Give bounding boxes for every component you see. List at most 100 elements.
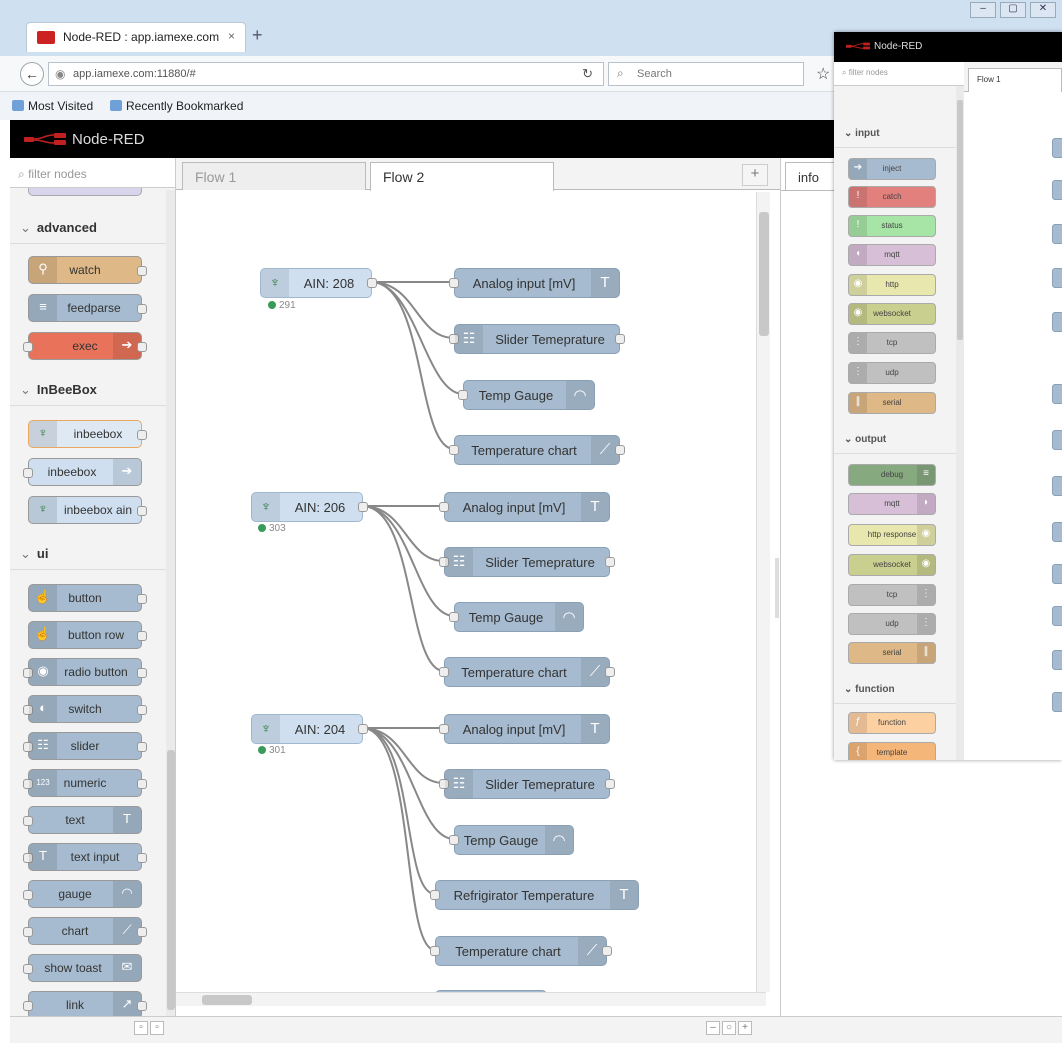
- overlay-node-websocket-in[interactable]: ◉ websocket: [848, 303, 936, 325]
- overlay-canvas-node[interactable]: [1052, 312, 1062, 332]
- input-port[interactable]: [439, 667, 449, 677]
- overlay-canvas-node[interactable]: [1052, 564, 1062, 584]
- overlay-node-tcp-in[interactable]: ⋮ tcp: [848, 332, 936, 354]
- chart-node[interactable]: Temperature chart ⟋: [430, 936, 612, 966]
- output-port[interactable]: [137, 342, 147, 352]
- output-port[interactable]: [602, 946, 612, 956]
- scrollbar-thumb[interactable]: [759, 212, 769, 336]
- overlay-canvas-node[interactable]: [1052, 522, 1062, 542]
- text-node[interactable]: Analog input [mV] T: [439, 714, 610, 744]
- output-port[interactable]: [137, 705, 147, 715]
- site-info-icon[interactable]: ◉: [55, 67, 65, 81]
- output-port[interactable]: [367, 278, 377, 288]
- chart-node[interactable]: Temperature chart ⟋: [449, 435, 625, 465]
- palette-expand-button[interactable]: ▫: [150, 1021, 164, 1035]
- output-port[interactable]: [605, 557, 615, 567]
- overlay-canvas-node[interactable]: [1052, 650, 1062, 670]
- text-node[interactable]: Refrigirator Temperature T: [430, 880, 639, 910]
- sidebar-resize-handle[interactable]: [775, 558, 779, 618]
- text-node[interactable]: Analog input [mV] T: [449, 268, 620, 298]
- palette-node-inbeebox-out[interactable]: inbeebox ➔: [23, 458, 142, 486]
- scrollbar-thumb[interactable]: [167, 750, 175, 1010]
- palette-node-radio-button[interactable]: ◉ radio button: [23, 658, 147, 686]
- overlay-node-function[interactable]: ƒ function: [848, 712, 936, 734]
- palette-node-numeric[interactable]: 123 numeric: [23, 769, 147, 797]
- chart-node[interactable]: Temperature chart ⟋: [439, 657, 615, 687]
- input-port[interactable]: [23, 342, 33, 352]
- browser-tab[interactable]: Node-RED : app.iamexe.com ×: [26, 22, 246, 52]
- input-port[interactable]: [23, 816, 33, 826]
- overlay-category-input[interactable]: ⌄ input: [834, 120, 956, 148]
- output-port[interactable]: [137, 506, 147, 516]
- output-port[interactable]: [605, 779, 615, 789]
- overlay-node-mqtt-out[interactable]: mqtt ◗: [848, 493, 936, 515]
- overlay-canvas-node[interactable]: [1052, 692, 1062, 712]
- ain-node[interactable]: ♆ AIN: 208: [260, 268, 377, 298]
- output-port[interactable]: [137, 266, 147, 276]
- input-port[interactable]: [23, 890, 33, 900]
- palette-node-text-input[interactable]: Ttext input: [23, 843, 147, 871]
- flow-canvas[interactable]: ♆ AIN: 208 291 Analog input [mV] T ☷ Slider…: [176, 190, 766, 992]
- palette-node-text[interactable]: text T: [23, 806, 142, 834]
- palette-node-link[interactable]: link ↗: [23, 991, 147, 1016]
- overlay-node-udp-in[interactable]: ⋮ udp: [848, 362, 936, 384]
- overlay-category-output[interactable]: ⌄ output: [834, 426, 956, 454]
- scrollbar-thumb[interactable]: [202, 995, 252, 1005]
- output-port[interactable]: [137, 631, 147, 641]
- overlay-canvas-node[interactable]: [1052, 476, 1062, 496]
- minimize-button[interactable]: –: [970, 2, 996, 18]
- input-port[interactable]: [449, 445, 459, 455]
- overlay-palette-scrollbar[interactable]: [956, 86, 964, 760]
- output-port[interactable]: [137, 853, 147, 863]
- add-flow-button[interactable]: +: [742, 164, 768, 186]
- text-node[interactable]: Analog input [mV] T: [439, 492, 610, 522]
- overlay-node-debug[interactable]: debug ≡: [848, 464, 936, 486]
- canvas-horizontal-scrollbar[interactable]: [176, 992, 766, 1006]
- close-window-button[interactable]: ✕: [1030, 2, 1056, 18]
- bookmark-star-icon[interactable]: ☆: [816, 64, 830, 84]
- palette-category-inbeebox[interactable]: ⌄ InBeeBox: [10, 372, 166, 406]
- palette-filter-input[interactable]: ⌕ filter nodes: [10, 158, 175, 188]
- palette-collapse-button[interactable]: ▫: [134, 1021, 148, 1035]
- palette-node-partial[interactable]: [28, 188, 142, 196]
- output-port[interactable]: [137, 742, 147, 752]
- zoom-reset-button[interactable]: ○: [722, 1021, 736, 1035]
- overlay-node-catch[interactable]: ! catch: [848, 186, 936, 208]
- overlay-node-template[interactable]: {template: [848, 742, 936, 760]
- gauge-node[interactable]: Temp Gauge ◠: [449, 602, 584, 632]
- overlay-canvas-node[interactable]: [1052, 268, 1062, 288]
- ain-node[interactable]: ♆ AIN: 206: [251, 492, 368, 522]
- output-port[interactable]: [358, 502, 368, 512]
- input-port[interactable]: [458, 390, 468, 400]
- reload-icon[interactable]: ↻: [582, 66, 593, 82]
- palette-node-inbeebox-in[interactable]: ♆ inbeebox: [28, 420, 147, 448]
- output-port[interactable]: [615, 445, 625, 455]
- palette-node-button-row[interactable]: ☝ button row: [28, 621, 147, 649]
- input-port[interactable]: [449, 835, 459, 845]
- output-port[interactable]: [137, 779, 147, 789]
- slider-node[interactable]: ☷ Slider Temeprature: [439, 769, 615, 799]
- palette-node-gauge[interactable]: gauge ◠: [23, 880, 142, 908]
- input-port[interactable]: [449, 612, 459, 622]
- output-port[interactable]: [137, 594, 147, 604]
- close-tab-icon[interactable]: ×: [228, 29, 235, 43]
- input-port[interactable]: [449, 278, 459, 288]
- output-port[interactable]: [137, 668, 147, 678]
- zoom-in-button[interactable]: +: [738, 1021, 752, 1035]
- palette-node-inbeebox-ain[interactable]: ♆ inbeebox ain: [28, 496, 147, 524]
- overlay-category-function[interactable]: ⌄ function: [834, 676, 956, 704]
- overlay-node-websocket-out[interactable]: websocket ◉: [848, 554, 936, 576]
- overlay-node-inject[interactable]: ➔ inject: [848, 158, 936, 180]
- overlay-canvas-node[interactable]: [1052, 606, 1062, 626]
- bookmark-recently-bookmarked[interactable]: Recently Bookmarked: [110, 99, 243, 113]
- output-port[interactable]: [605, 667, 615, 677]
- scrollbar-thumb[interactable]: [957, 100, 963, 340]
- canvas-vertical-scrollbar[interactable]: [756, 192, 770, 992]
- palette-category-ui[interactable]: ⌄ ui: [10, 536, 166, 570]
- palette-node-show-toast[interactable]: show toast ✉: [23, 954, 142, 982]
- palette-node-slider[interactable]: ☷ slider: [23, 732, 147, 760]
- overlay-canvas-node[interactable]: [1052, 138, 1062, 158]
- overlay-node-serial-in[interactable]: ∥ serial: [848, 392, 936, 414]
- overlay-node-status[interactable]: ! status: [848, 215, 936, 237]
- maximize-button[interactable]: ▢: [1000, 2, 1026, 18]
